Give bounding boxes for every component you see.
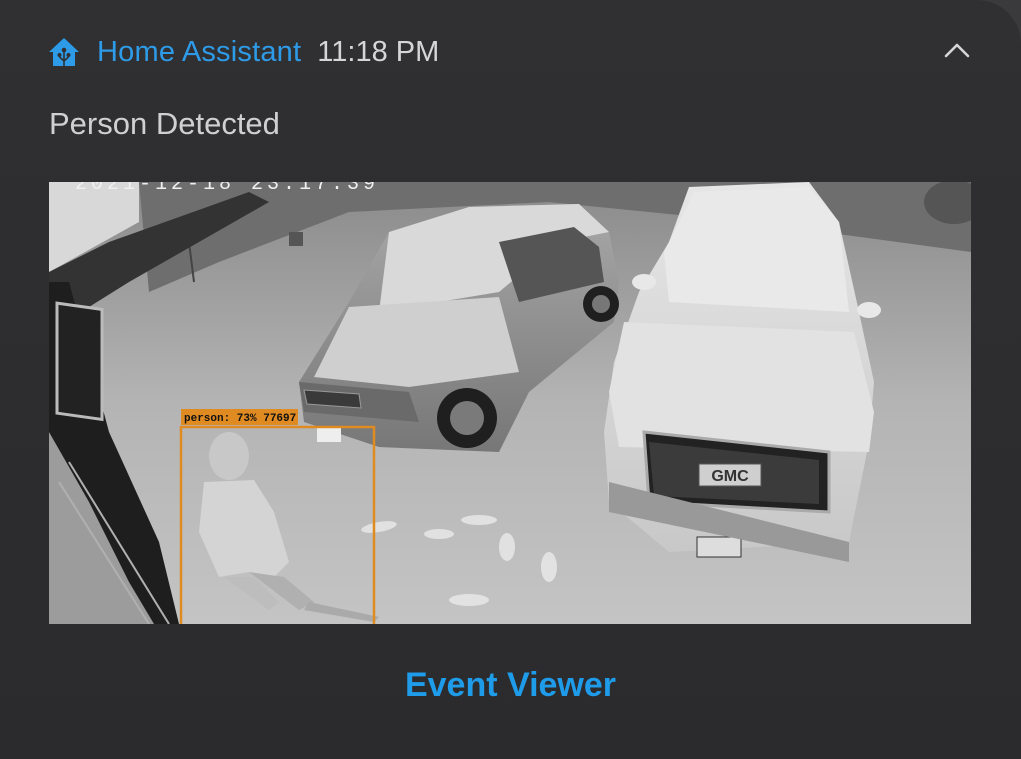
notification-message: Person Detected <box>49 106 280 141</box>
notification-time: 11:18 PM <box>317 35 440 68</box>
notification-header: Home Assistant 11:18 PM <box>48 30 439 74</box>
app-name: Home Assistant <box>97 35 302 68</box>
detection-label: person: 73% 77697 <box>184 413 296 425</box>
svg-text:GMC: GMC <box>711 468 749 485</box>
camera-snapshot[interactable]: GMC 2021-12-18 23:17:39 person: 73% 7769… <box>49 182 971 624</box>
chevron-up-icon <box>943 41 971 64</box>
notification-card[interactable]: Home Assistant 11:18 PM Person Detected <box>0 0 1021 759</box>
home-assistant-icon <box>48 36 80 68</box>
event-viewer-button[interactable]: Event Viewer <box>0 666 1021 705</box>
camera-timestamp: 2021-12-18 23:17:39 <box>75 182 379 196</box>
collapse-button[interactable] <box>937 34 977 70</box>
